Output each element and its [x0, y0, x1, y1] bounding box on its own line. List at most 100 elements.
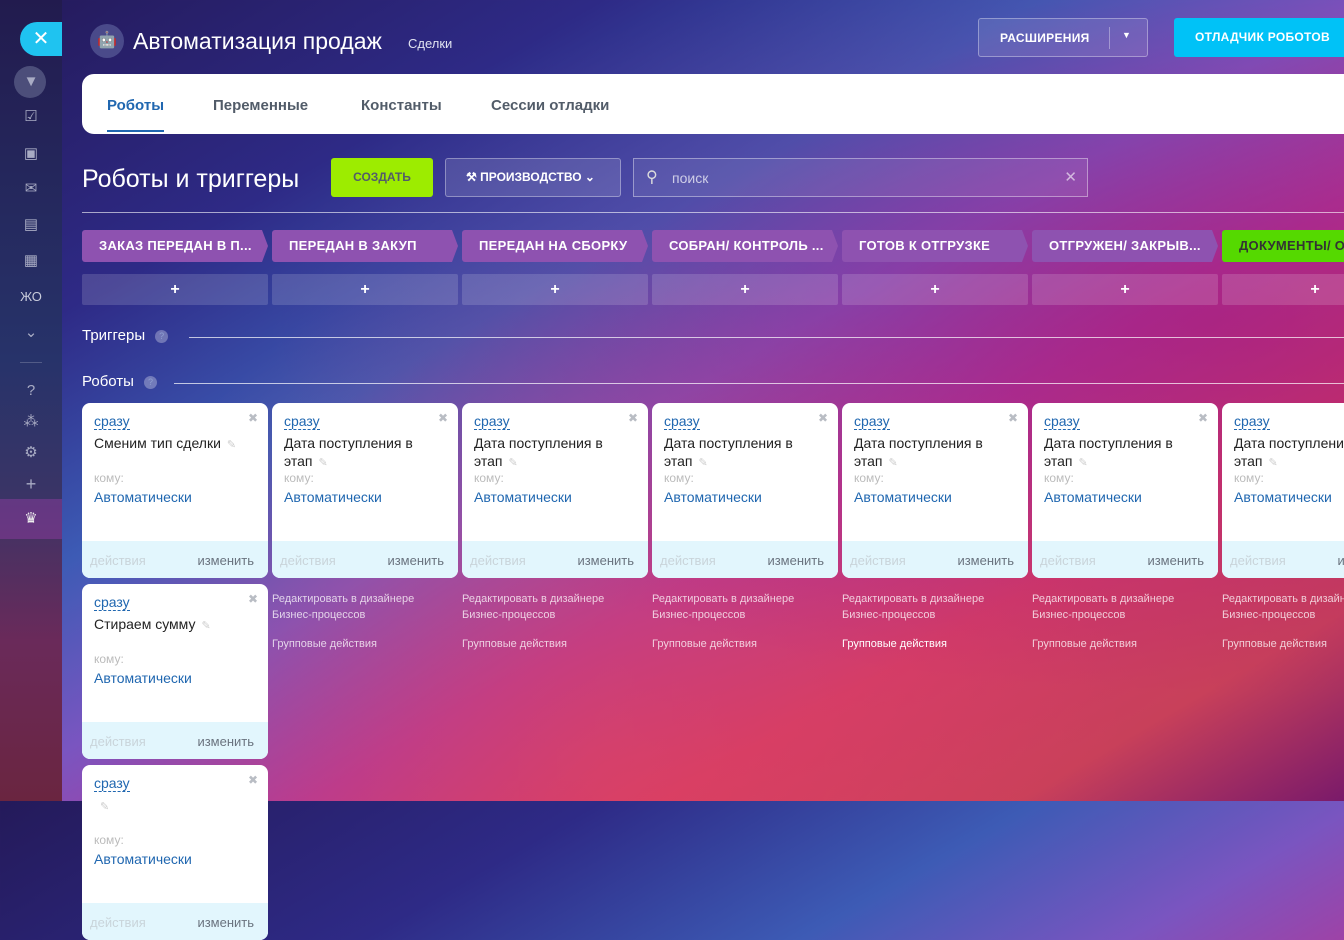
group-actions-link[interactable]: Групповые действия: [462, 638, 567, 650]
edit-robot-link[interactable]: изменить: [197, 734, 254, 749]
recipient-value[interactable]: Автоматически: [1234, 489, 1332, 505]
robot-card[interactable]: сразу ✖ Дата поступления в этап✎ кому: А…: [1222, 403, 1344, 578]
tab-debug-sessions[interactable]: Сессии отладки: [491, 97, 609, 114]
settings-icon[interactable]: ⚙: [19, 443, 43, 463]
tab-variables[interactable]: Переменные: [213, 97, 308, 114]
contacts-icon[interactable]: ▦: [19, 251, 43, 271]
recipient-value[interactable]: Автоматически: [94, 670, 192, 686]
edit-pencil-icon[interactable]: ✎: [508, 457, 517, 469]
group-actions-link[interactable]: Групповые действия: [652, 638, 757, 650]
crown-icon[interactable]: ♛: [19, 509, 43, 529]
edit-robot-link[interactable]: изменить: [1147, 553, 1204, 568]
edit-pencil-icon[interactable]: ✎: [201, 620, 210, 632]
robot-delay-link[interactable]: сразу: [854, 413, 890, 430]
category-dropdown[interactable]: ⚒ ПРОИЗВОДСТВО ⌄: [445, 158, 621, 197]
group-actions-link[interactable]: Групповые действия: [272, 638, 377, 650]
edit-robot-link[interactable]: изменить: [387, 553, 444, 568]
recipient-value[interactable]: Автоматически: [854, 489, 952, 505]
robot-delay-link[interactable]: сразу: [1044, 413, 1080, 430]
robot-card[interactable]: сразу ✖ Стираем сумму ✎ кому: Автоматичес…: [82, 584, 268, 759]
edit-pencil-icon[interactable]: ✎: [100, 801, 109, 813]
edit-pencil-icon[interactable]: ✎: [698, 457, 707, 469]
tasks-icon[interactable]: ☑: [19, 107, 43, 127]
edit-in-bp-designer-link[interactable]: Редактировать в дизайнере Бизнес-процесс…: [652, 591, 832, 623]
group-actions-link[interactable]: Групповые действия: [842, 638, 947, 650]
search-input[interactable]: [672, 168, 1052, 188]
edit-in-bp-designer-link[interactable]: Редактировать в дизайнере Бизнес-процесс…: [272, 591, 452, 623]
tab-robots[interactable]: Роботы: [107, 97, 165, 132]
add-robot-button[interactable]: +: [272, 274, 458, 305]
funnel-icon[interactable]: ▼: [19, 72, 43, 92]
recipient-value[interactable]: Автоматически: [284, 489, 382, 505]
group-actions-link[interactable]: Групповые действия: [1222, 638, 1327, 650]
delete-icon[interactable]: ✖: [1008, 411, 1018, 425]
robot-delay-link[interactable]: сразу: [94, 413, 130, 430]
edit-robot-link[interactable]: изменить: [767, 553, 824, 568]
edit-in-bp-designer-link[interactable]: Редактировать в дизайнере Бизнес-процесс…: [462, 591, 642, 623]
edit-robot-link[interactable]: изменить: [197, 553, 254, 568]
edit-pencil-icon[interactable]: ✎: [227, 439, 236, 451]
edit-in-bp-designer-link[interactable]: Редактировать в дизайнере Бизнес-процесс…: [1222, 591, 1344, 623]
recipient-value[interactable]: Автоматически: [94, 489, 192, 505]
delete-icon[interactable]: ✖: [248, 592, 258, 606]
edit-robot-link[interactable]: изменить: [577, 553, 634, 568]
help-icon[interactable]: ?: [155, 330, 169, 343]
edit-pencil-icon[interactable]: ✎: [1078, 457, 1087, 469]
delete-icon[interactable]: ✖: [818, 411, 828, 425]
edit-pencil-icon[interactable]: ✎: [318, 457, 327, 469]
robot-delay-link[interactable]: сразу: [284, 413, 320, 430]
delete-icon[interactable]: ✖: [438, 411, 448, 425]
mail-icon[interactable]: ✉: [19, 179, 43, 199]
stage-column-header[interactable]: ЗАКАЗ ПЕРЕДАН В П...: [82, 230, 268, 262]
delete-icon[interactable]: ✖: [248, 411, 258, 425]
robot-delay-link[interactable]: сразу: [94, 775, 130, 792]
edit-robot-link[interactable]: изменить: [1337, 553, 1344, 568]
robot-card[interactable]: сразу ✖ Дата поступления в этап✎ кому: А…: [842, 403, 1028, 578]
robot-card[interactable]: сразу ✖ Дата поступления в этап✎ кому: А…: [1032, 403, 1218, 578]
stage-column-header[interactable]: ОТГРУЖЕН/ ЗАКРЫВ...: [1032, 230, 1218, 262]
robot-card[interactable]: сразу ✖ ✎ кому: Автоматически действия и…: [82, 765, 268, 940]
edit-pencil-icon[interactable]: ✎: [1268, 457, 1277, 469]
edit-robot-link[interactable]: изменить: [957, 553, 1014, 568]
recipient-value[interactable]: Автоматически: [94, 851, 192, 867]
close-button[interactable]: ✕: [20, 22, 62, 56]
recipient-value[interactable]: Автоматически: [664, 489, 762, 505]
add-robot-button[interactable]: +: [82, 274, 268, 305]
robot-card[interactable]: сразу ✖ Дата поступления в этап✎ кому: А…: [272, 403, 458, 578]
chat-icon[interactable]: ▣: [19, 144, 43, 164]
user-initials[interactable]: ЖО: [16, 287, 46, 307]
group-actions-link[interactable]: Групповые действия: [1032, 638, 1137, 650]
more-icon[interactable]: ⌄: [19, 323, 43, 343]
chevron-down-icon[interactable]: ▼: [1122, 30, 1131, 40]
delete-icon[interactable]: ✖: [628, 411, 638, 425]
robot-card[interactable]: сразу ✖ Дата поступления в этап✎ кому: А…: [462, 403, 648, 578]
extensions-button[interactable]: РАСШИРЕНИЯ ▼: [978, 18, 1148, 57]
recipient-value[interactable]: Автоматически: [1044, 489, 1142, 505]
help-icon[interactable]: ?: [143, 376, 157, 389]
help-icon[interactable]: ?: [19, 381, 43, 401]
robot-delay-link[interactable]: сразу: [474, 413, 510, 430]
stage-column-header[interactable]: СОБРАН/ КОНТРОЛЬ ...: [652, 230, 838, 262]
stage-column-header[interactable]: ДОКУМЕНТЫ/ О: [1222, 230, 1344, 262]
add-robot-button[interactable]: +: [1032, 274, 1218, 305]
robot-debugger-button[interactable]: ОТЛАДЧИК РОБОТОВ: [1174, 18, 1344, 57]
robot-card[interactable]: сразу ✖ Сменим тип сделки ✎ кому: Автомат…: [82, 403, 268, 578]
stage-column-header[interactable]: ГОТОВ К ОТГРУЗКЕ: [842, 230, 1028, 262]
delete-icon[interactable]: ✖: [248, 773, 258, 787]
robot-card[interactable]: сразу ✖ Дата поступления в этап✎ кому: А…: [652, 403, 838, 578]
delete-icon[interactable]: ✖: [1198, 411, 1208, 425]
add-robot-button[interactable]: +: [652, 274, 838, 305]
robot-delay-link[interactable]: сразу: [664, 413, 700, 430]
clear-icon[interactable]: ✕: [1064, 168, 1077, 186]
edit-pencil-icon[interactable]: ✎: [888, 457, 897, 469]
tab-constants[interactable]: Константы: [361, 97, 442, 114]
add-icon[interactable]: +: [19, 474, 43, 494]
robot-delay-link[interactable]: сразу: [1234, 413, 1270, 430]
robot-delay-link[interactable]: сразу: [94, 594, 130, 611]
stage-column-header[interactable]: ПЕРЕДАН В ЗАКУП: [272, 230, 458, 262]
edit-in-bp-designer-link[interactable]: Редактировать в дизайнере Бизнес-процесс…: [842, 591, 1022, 623]
edit-robot-link[interactable]: изменить: [197, 915, 254, 930]
stage-column-header[interactable]: ПЕРЕДАН НА СБОРКУ: [462, 230, 648, 262]
calendar-icon[interactable]: ▤: [19, 215, 43, 235]
recipient-value[interactable]: Автоматически: [474, 489, 572, 505]
